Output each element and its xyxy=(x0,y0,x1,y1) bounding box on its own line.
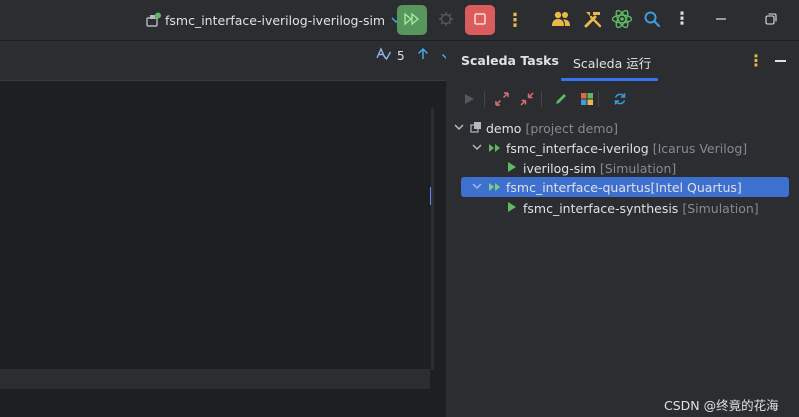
tree-item-target[interactable]: iverilog-sim [Simulation] xyxy=(507,158,787,178)
run-config-icon xyxy=(145,12,161,28)
grid-icon[interactable] xyxy=(576,88,598,110)
tree-item-hint: [project demo] xyxy=(525,120,619,136)
play-icon xyxy=(507,201,517,216)
project-icon xyxy=(470,121,482,136)
editor-body[interactable] xyxy=(0,82,446,417)
stop-button[interactable] xyxy=(465,5,495,35)
tree-item-hint: [Simulation] xyxy=(682,200,759,216)
minimize-icon[interactable] xyxy=(710,8,732,30)
edit-icon[interactable] xyxy=(550,88,572,110)
search-icon[interactable] xyxy=(641,8,663,30)
tree-item-hint: [Icarus Verilog] xyxy=(652,140,748,156)
more-vertical-icon[interactable]: ⋮ xyxy=(500,5,530,35)
editor-area xyxy=(0,41,446,417)
tab-scaleda-run[interactable]: Scaleda 运行 xyxy=(573,53,651,72)
debug-button[interactable] xyxy=(431,5,461,35)
spellcheck-icon xyxy=(376,47,392,64)
inspection-widget[interactable]: 5 xyxy=(376,47,453,64)
chevron-down-icon[interactable] xyxy=(471,182,483,193)
run-configuration-selector[interactable]: fsmc_interface-iverilog-iverilog-sim xyxy=(145,9,401,31)
tab-scaleda-tasks[interactable]: Scaleda Tasks xyxy=(461,53,559,68)
debug-icon xyxy=(438,11,454,30)
tree-item-target[interactable]: fsmc_interface-synthesis [Simulation] xyxy=(507,198,787,218)
collapse-all-icon[interactable] xyxy=(516,88,538,110)
tools-icon[interactable] xyxy=(582,8,604,30)
tree-item-project[interactable]: demo [project demo] xyxy=(453,118,793,138)
expand-all-icon[interactable] xyxy=(491,88,513,110)
run-icon[interactable] xyxy=(458,88,480,110)
toolbar-separator xyxy=(541,91,542,107)
stop-icon xyxy=(473,12,487,29)
fast-forward-icon xyxy=(488,141,501,156)
restore-icon[interactable] xyxy=(760,8,782,30)
fast-forward-icon xyxy=(488,180,501,195)
toolbar-separator xyxy=(598,91,599,107)
tree-item-label: fsmc_interface-quartus xyxy=(506,179,651,195)
users-icon[interactable] xyxy=(550,8,572,30)
inspection-count: 5 xyxy=(397,48,405,63)
chevron-down-icon[interactable] xyxy=(453,123,465,134)
run-icon xyxy=(404,12,420,29)
tree-item-label: fsmc_interface-iverilog xyxy=(506,140,649,156)
scaleda-tool-window: Scaleda Tasks Scaleda 运行 ⋮ demo [project… xyxy=(449,41,799,417)
run-button[interactable] xyxy=(397,5,427,35)
tree-item-task[interactable]: fsmc_interface-iverilog [Icarus Verilog] xyxy=(471,138,791,158)
tree-item-label: iverilog-sim xyxy=(523,160,596,176)
refresh-icon[interactable] xyxy=(609,88,631,110)
active-tab-indicator xyxy=(561,78,658,81)
tree-item-task-selected[interactable]: fsmc_interface-quartus [Intel Quartus] xyxy=(461,177,789,197)
watermark: CSDN @终竟的花海 xyxy=(664,398,779,413)
tree-item-label: demo xyxy=(486,120,522,136)
hide-panel-icon[interactable] xyxy=(775,60,786,62)
tool-window-header: Scaleda Tasks Scaleda 运行 ⋮ xyxy=(449,41,799,81)
toolbar-separator xyxy=(484,91,485,107)
arrow-up-icon[interactable] xyxy=(417,47,429,64)
tree-item-hint: [Simulation] xyxy=(599,160,677,176)
run-configuration-label: fsmc_interface-iverilog-iverilog-sim xyxy=(165,12,386,28)
play-icon xyxy=(507,161,517,176)
kebab-icon[interactable]: ⋮ xyxy=(671,8,693,30)
main-toolbar: fsmc_interface-iverilog-iverilog-sim ⋮ ⋮ xyxy=(0,0,799,41)
horizontal-scrollbar[interactable] xyxy=(0,369,430,389)
chevron-down-icon[interactable] xyxy=(471,143,483,154)
tool-window-toolbar xyxy=(449,86,799,112)
vertical-scrollbar[interactable] xyxy=(431,108,434,370)
tree-item-label: fsmc_interface-synthesis xyxy=(523,200,679,216)
more-vertical-icon[interactable]: ⋮ xyxy=(748,51,764,70)
atom-icon[interactable] xyxy=(611,8,633,30)
tree-item-hint: [Intel Quartus] xyxy=(650,179,742,195)
